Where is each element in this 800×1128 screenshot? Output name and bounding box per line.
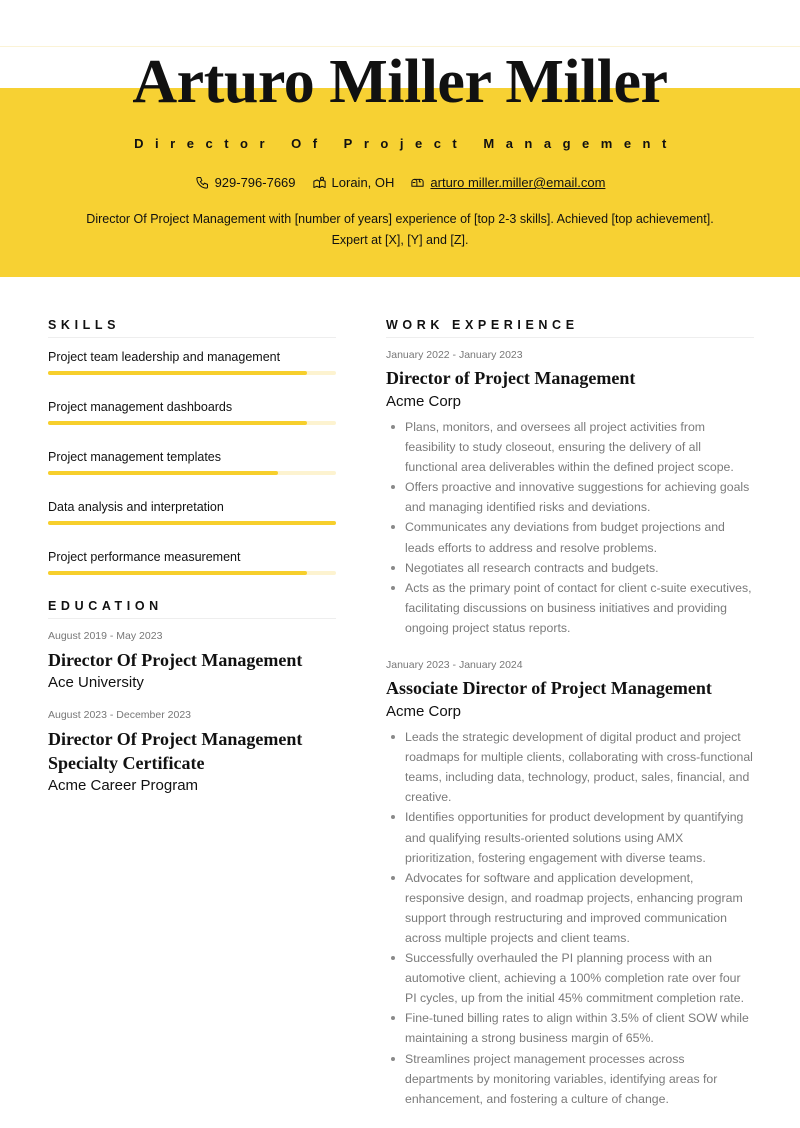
job-bullets: Leads the strategic development of digit… bbox=[386, 727, 754, 1109]
skill-label: Project team leadership and management bbox=[48, 350, 281, 364]
job-bullet: Successfully overhauled the PI planning … bbox=[386, 948, 754, 1008]
skills-list: Project team leadership and management Pr… bbox=[48, 348, 336, 575]
education-school: Ace University bbox=[48, 674, 144, 691]
job-bullet: Advocates for software and application d… bbox=[386, 868, 754, 948]
skill-item: Project management templates bbox=[48, 448, 336, 475]
location-text: Lorain, OH bbox=[331, 175, 395, 190]
skill-label: Project performance measurement bbox=[48, 550, 241, 564]
job-title: Associate Director of Project Management bbox=[386, 678, 712, 699]
skill-item: Project performance measurement bbox=[48, 548, 336, 575]
skills-heading: SKILLS bbox=[48, 318, 336, 338]
skill-label: Project management dashboards bbox=[48, 400, 233, 414]
job-bullet: Plans, monitors, and oversees all projec… bbox=[386, 417, 754, 477]
job-bullet: Fine-tuned billing rates to align within… bbox=[386, 1008, 754, 1048]
right-column: WORK EXPERIENCE January 2022 - January 2… bbox=[386, 318, 754, 1128]
contact-email: arturo miller.miller@email.com bbox=[410, 175, 605, 190]
job-bullets: Plans, monitors, and oversees all projec… bbox=[386, 417, 754, 638]
contact-bar: 929-796-7669 Lorain, OH arturo miller.mi… bbox=[0, 175, 800, 190]
phone-number: 929-796-7669 bbox=[214, 175, 296, 190]
job-headline: Director Of Project Management bbox=[134, 136, 678, 151]
job-item: January 2022 - January 2023 Director of P… bbox=[386, 348, 754, 638]
phone-icon bbox=[195, 177, 208, 189]
job-bullet: Identifies opportunities for product dev… bbox=[386, 807, 754, 867]
job-dates: January 2022 - January 2023 bbox=[386, 349, 523, 361]
skill-item: Data analysis and interpretation bbox=[48, 498, 336, 525]
skill-level-bar bbox=[48, 571, 336, 575]
skill-item: Project management dashboards bbox=[48, 398, 336, 425]
left-column: SKILLS Project team leadership and manag… bbox=[48, 318, 336, 811]
job-bullet: Leads the strategic development of digit… bbox=[386, 727, 754, 807]
education-dates: August 2023 - December 2023 bbox=[48, 709, 192, 721]
education-dates: August 2019 - May 2023 bbox=[48, 630, 163, 642]
education-section: EDUCATION August 2019 - May 2023 Director… bbox=[48, 599, 336, 796]
skill-level-fill bbox=[48, 471, 279, 475]
skill-level-bar bbox=[48, 421, 336, 425]
education-school: Acme Career Program bbox=[48, 777, 199, 794]
education-item: August 2023 - December 2023 Director Of P… bbox=[48, 708, 336, 796]
work-experience-list: January 2022 - January 2023 Director of P… bbox=[386, 348, 754, 1109]
education-degree: Director Of Project Management bbox=[48, 650, 303, 670]
job-bullet: Streamlines project management processes… bbox=[386, 1049, 754, 1109]
contact-location: Lorain, OH bbox=[312, 175, 395, 190]
skill-label: Project management templates bbox=[48, 450, 222, 464]
job-company: Acme Corp bbox=[386, 703, 462, 721]
contact-phone: 929-796-7669 bbox=[195, 175, 296, 190]
skill-level-fill bbox=[48, 521, 336, 525]
skills-section: SKILLS Project team leadership and manag… bbox=[48, 318, 336, 575]
email-link[interactable]: arturo miller.miller@email.com bbox=[430, 175, 605, 190]
skill-level-bar bbox=[48, 371, 336, 375]
skill-item: Project team leadership and management bbox=[48, 348, 336, 375]
job-bullet: Negotiates all research contracts and bu… bbox=[386, 558, 754, 578]
mailbox-icon bbox=[411, 178, 425, 187]
job-bullet: Communicates any deviations from budget … bbox=[386, 517, 754, 557]
skill-level-bar bbox=[48, 471, 336, 475]
education-list: August 2019 - May 2023 Director Of Projec… bbox=[48, 629, 336, 796]
skill-level-fill bbox=[48, 571, 308, 575]
education-degree: Director Of Project Management Specialty… bbox=[48, 729, 303, 773]
job-dates: January 2023 - January 2024 bbox=[386, 659, 523, 672]
job-title: Director of Project Management bbox=[386, 368, 636, 388]
education-item: August 2019 - May 2023 Director Of Projec… bbox=[48, 629, 336, 693]
map-location-icon bbox=[312, 176, 326, 188]
job-bullet: Acts as the primary point of contact for… bbox=[386, 578, 754, 638]
skill-level-fill bbox=[48, 421, 308, 425]
job-item: January 2023 - January 2024 Associate Dir… bbox=[386, 658, 754, 1109]
skill-level-fill bbox=[48, 371, 308, 375]
education-heading: EDUCATION bbox=[48, 599, 336, 619]
job-company: Acme Corp bbox=[386, 393, 462, 410]
skill-level-bar bbox=[48, 521, 336, 525]
work-experience-heading: WORK EXPERIENCE bbox=[386, 318, 754, 338]
profile-summary: Director Of Project Management with [num… bbox=[86, 212, 714, 247]
skill-label: Data analysis and interpretation bbox=[48, 500, 224, 514]
job-bullet: Offers proactive and innovative suggesti… bbox=[386, 477, 754, 517]
candidate-name: Arturo Miller Miller bbox=[132, 48, 668, 116]
